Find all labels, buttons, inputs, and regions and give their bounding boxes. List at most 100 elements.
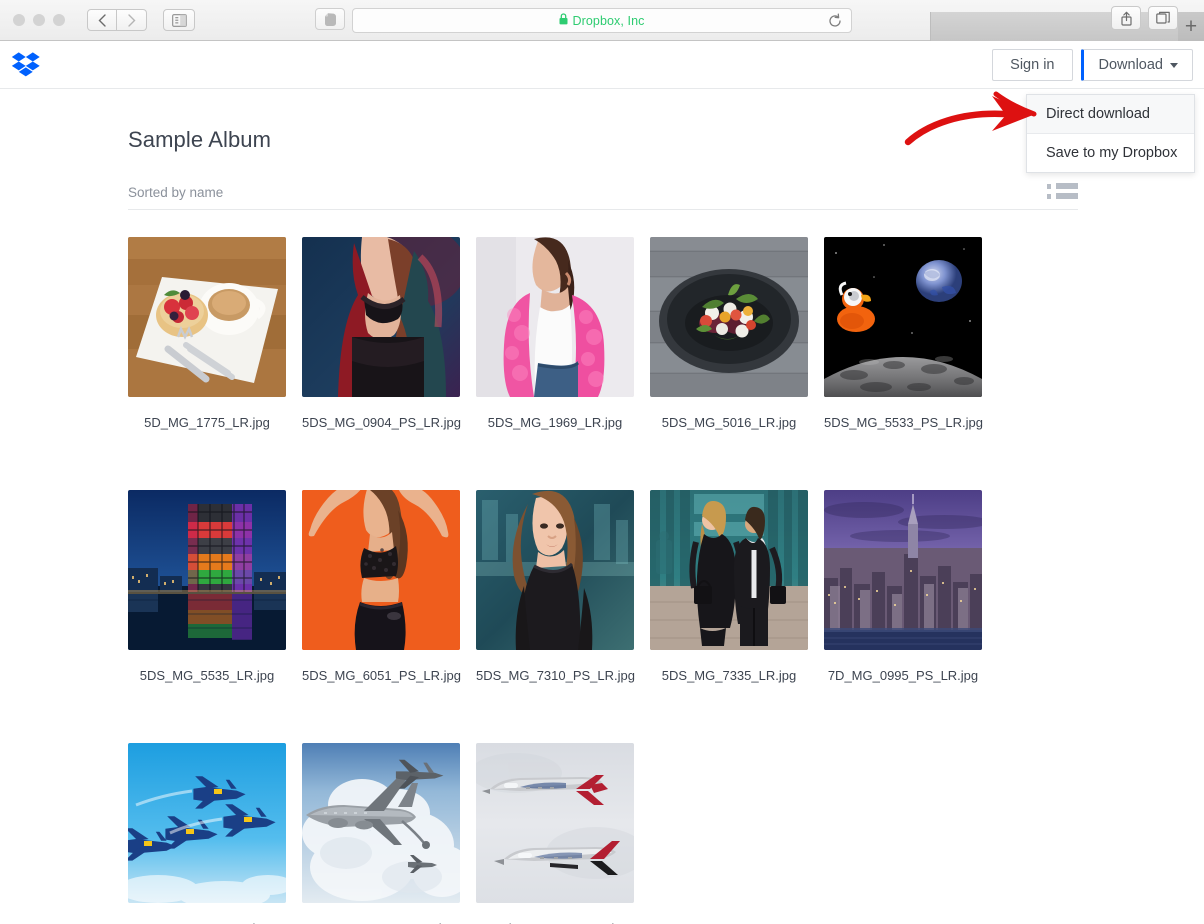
- back-button[interactable]: [87, 9, 117, 31]
- photo-caption: 5DS_MG_0904_PS_LR.jpg: [302, 415, 461, 430]
- photo-caption: 5DS_MG_6051_PS_LR.jpg: [302, 668, 461, 683]
- close-window-button[interactable]: [13, 14, 25, 26]
- list-view-row: [1047, 183, 1078, 189]
- photo-thumbnail[interactable]: [302, 237, 460, 397]
- list-view-dot: [1047, 193, 1051, 199]
- photo-thumbnail[interactable]: [302, 490, 460, 650]
- reload-button[interactable]: [827, 13, 843, 29]
- photo-thumbnail[interactable]: [128, 490, 286, 650]
- evernote-icon: [324, 12, 336, 26]
- list-view-icon[interactable]: [1047, 183, 1078, 200]
- photo-item[interactable]: 5DS_MG_1969_LR.jpg: [476, 237, 634, 490]
- chevron-left-icon: [98, 13, 106, 27]
- city-skyline-dusk-image: [824, 490, 982, 650]
- navigation-buttons[interactable]: [87, 9, 147, 31]
- photo-caption: 5DS_MG_5535_LR.jpg: [139, 668, 275, 683]
- chevron-down-icon: [1170, 62, 1178, 68]
- photo-thumbnail[interactable]: [824, 237, 982, 397]
- photo-item[interactable]: 5D_MG_1775_LR.jpg: [128, 237, 286, 490]
- forward-button[interactable]: [117, 9, 147, 31]
- sort-bar: Sorted by name: [128, 183, 1078, 210]
- menu-item-save-to-dropbox[interactable]: Save to my Dropbox: [1027, 133, 1194, 172]
- sidebar-icon: [171, 13, 187, 27]
- photo-thumbnail[interactable]: [476, 237, 634, 397]
- photo-thumbnail[interactable]: [128, 237, 286, 397]
- photo-thumbnail[interactable]: [476, 490, 634, 650]
- dropbox-site-header: Sign in Download: [0, 41, 1204, 89]
- browser-chrome: Dropbox, Inc +: [0, 0, 1204, 41]
- photo-caption: 5DS_MG_5533_PS_LR.jpg: [824, 415, 983, 430]
- list-view-bar: [1056, 193, 1078, 199]
- photo-caption: 7D_MG_0995_PS_LR.jpg: [827, 668, 979, 683]
- portrait-pink-fur-image: [476, 237, 634, 397]
- blue-angels-jets-image: [128, 743, 286, 903]
- photo-thumbnail[interactable]: [650, 490, 808, 650]
- sign-in-button[interactable]: Sign in: [992, 49, 1073, 81]
- photo-thumbnail[interactable]: [302, 743, 460, 903]
- portrait-black-top-image: [476, 490, 634, 650]
- photo-thumbnail[interactable]: [128, 743, 286, 903]
- two-women-walking-image: [650, 490, 808, 650]
- photo-item[interactable]: 5DS_MG_7335_LR.jpg: [650, 490, 808, 743]
- dropbox-logo[interactable]: [11, 51, 41, 79]
- page-title: Sample Album: [128, 127, 272, 152]
- show-all-tabs-button[interactable]: [1148, 6, 1178, 30]
- album-content: Sample Album Sorted by name 5D_MG_1775_L…: [126, 89, 1078, 924]
- dessert-coffee-image: [128, 237, 286, 397]
- building: [188, 504, 252, 592]
- portrait-red-jacket-image: [302, 237, 460, 397]
- photo-item[interactable]: 7D_MG_0995_PS_LR.jpg: [824, 490, 982, 743]
- photo-item[interactable]: 5DS_MG_0904_PS_LR.jpg: [302, 237, 461, 490]
- photo-item[interactable]: 7D_MG_6233_PS_LR.jpg: [302, 743, 460, 924]
- sidebar-toggle-button[interactable]: [163, 9, 195, 31]
- rainbow-building-night-image: [128, 490, 286, 650]
- thunderbirds-jets-image: [476, 743, 634, 903]
- tanker-refuel-clouds-image: [302, 743, 460, 903]
- header-action-buttons[interactable]: Sign in Download: [992, 49, 1193, 81]
- toolbar-right-buttons[interactable]: [1111, 6, 1178, 30]
- space-duck-moon-image: [824, 237, 982, 397]
- minimize-window-button[interactable]: [33, 14, 45, 26]
- photo-item[interactable]: 5DS_MG_6051_PS_LR.jpg: [302, 490, 461, 743]
- photo-caption: 5DS_MG_7335_LR.jpg: [661, 668, 797, 683]
- chevron-right-icon: [127, 13, 135, 27]
- album-page: Sample Album Sorted by name 5D_MG_1775_L…: [0, 89, 1204, 924]
- photo-thumbnail[interactable]: [476, 743, 634, 903]
- download-button[interactable]: Download: [1080, 49, 1193, 81]
- photo-caption: 5DS_MG_1969_LR.jpg: [487, 415, 623, 430]
- new-tab-button[interactable]: +: [1178, 12, 1204, 41]
- photo-thumbnail[interactable]: [824, 490, 982, 650]
- photo-item[interactable]: 5DS_MG_5016_LR.jpg: [650, 237, 808, 490]
- menu-item-direct-download[interactable]: Direct download: [1027, 95, 1194, 133]
- evernote-extension-button[interactable]: [315, 8, 345, 30]
- list-view-bar: [1056, 183, 1078, 189]
- photo-caption: 5DS_MG_5016_LR.jpg: [661, 415, 797, 430]
- salad-plate-image: [650, 237, 808, 397]
- photo-caption: 7D_MG_5622_LR.jpg: [128, 903, 286, 924]
- photo-caption: 7D_MG_6233_PS_LR.jpg: [302, 903, 460, 924]
- tabs-icon: [1155, 11, 1170, 24]
- photo-item[interactable]: 5DS_MG_5535_LR.jpg: [128, 490, 286, 743]
- share-button[interactable]: [1111, 6, 1141, 30]
- photo-caption: 5D_MG_1775_LR.jpg: [144, 415, 270, 430]
- photo-caption: 7DmkII_H4A9869_LR.jpg: [476, 903, 634, 924]
- photo-grid: 5D_MG_1775_LR.jpg 5DS_MG_0904_PS_LR.jpg …: [128, 237, 1078, 924]
- download-dropdown-menu[interactable]: Direct download Save to my Dropbox: [1026, 94, 1195, 173]
- download-button-label: Download: [1098, 57, 1164, 73]
- zoom-window-button[interactable]: [53, 14, 65, 26]
- photo-item[interactable]: 7D_MG_5622_LR.jpg: [128, 743, 286, 924]
- photo-item[interactable]: 5DS_MG_7310_PS_LR.jpg: [476, 490, 635, 743]
- photo-item[interactable]: 5DS_MG_5533_PS_LR.jpg: [824, 237, 983, 490]
- photo-thumbnail[interactable]: [650, 237, 808, 397]
- share-icon: [1120, 11, 1132, 26]
- url-hostname: Dropbox, Inc: [572, 13, 645, 28]
- list-view-dot: [1047, 183, 1051, 189]
- photo-item[interactable]: 7DmkII_H4A9869_LR.jpg: [476, 743, 634, 924]
- portrait-orange-bg-image: [302, 490, 460, 650]
- reload-icon: [829, 13, 841, 27]
- address-bar[interactable]: Dropbox, Inc: [352, 8, 852, 33]
- lock-icon: [559, 13, 568, 28]
- sort-label: Sorted by name: [128, 185, 224, 200]
- list-view-row: [1047, 193, 1078, 199]
- window-traffic-lights[interactable]: [13, 14, 65, 26]
